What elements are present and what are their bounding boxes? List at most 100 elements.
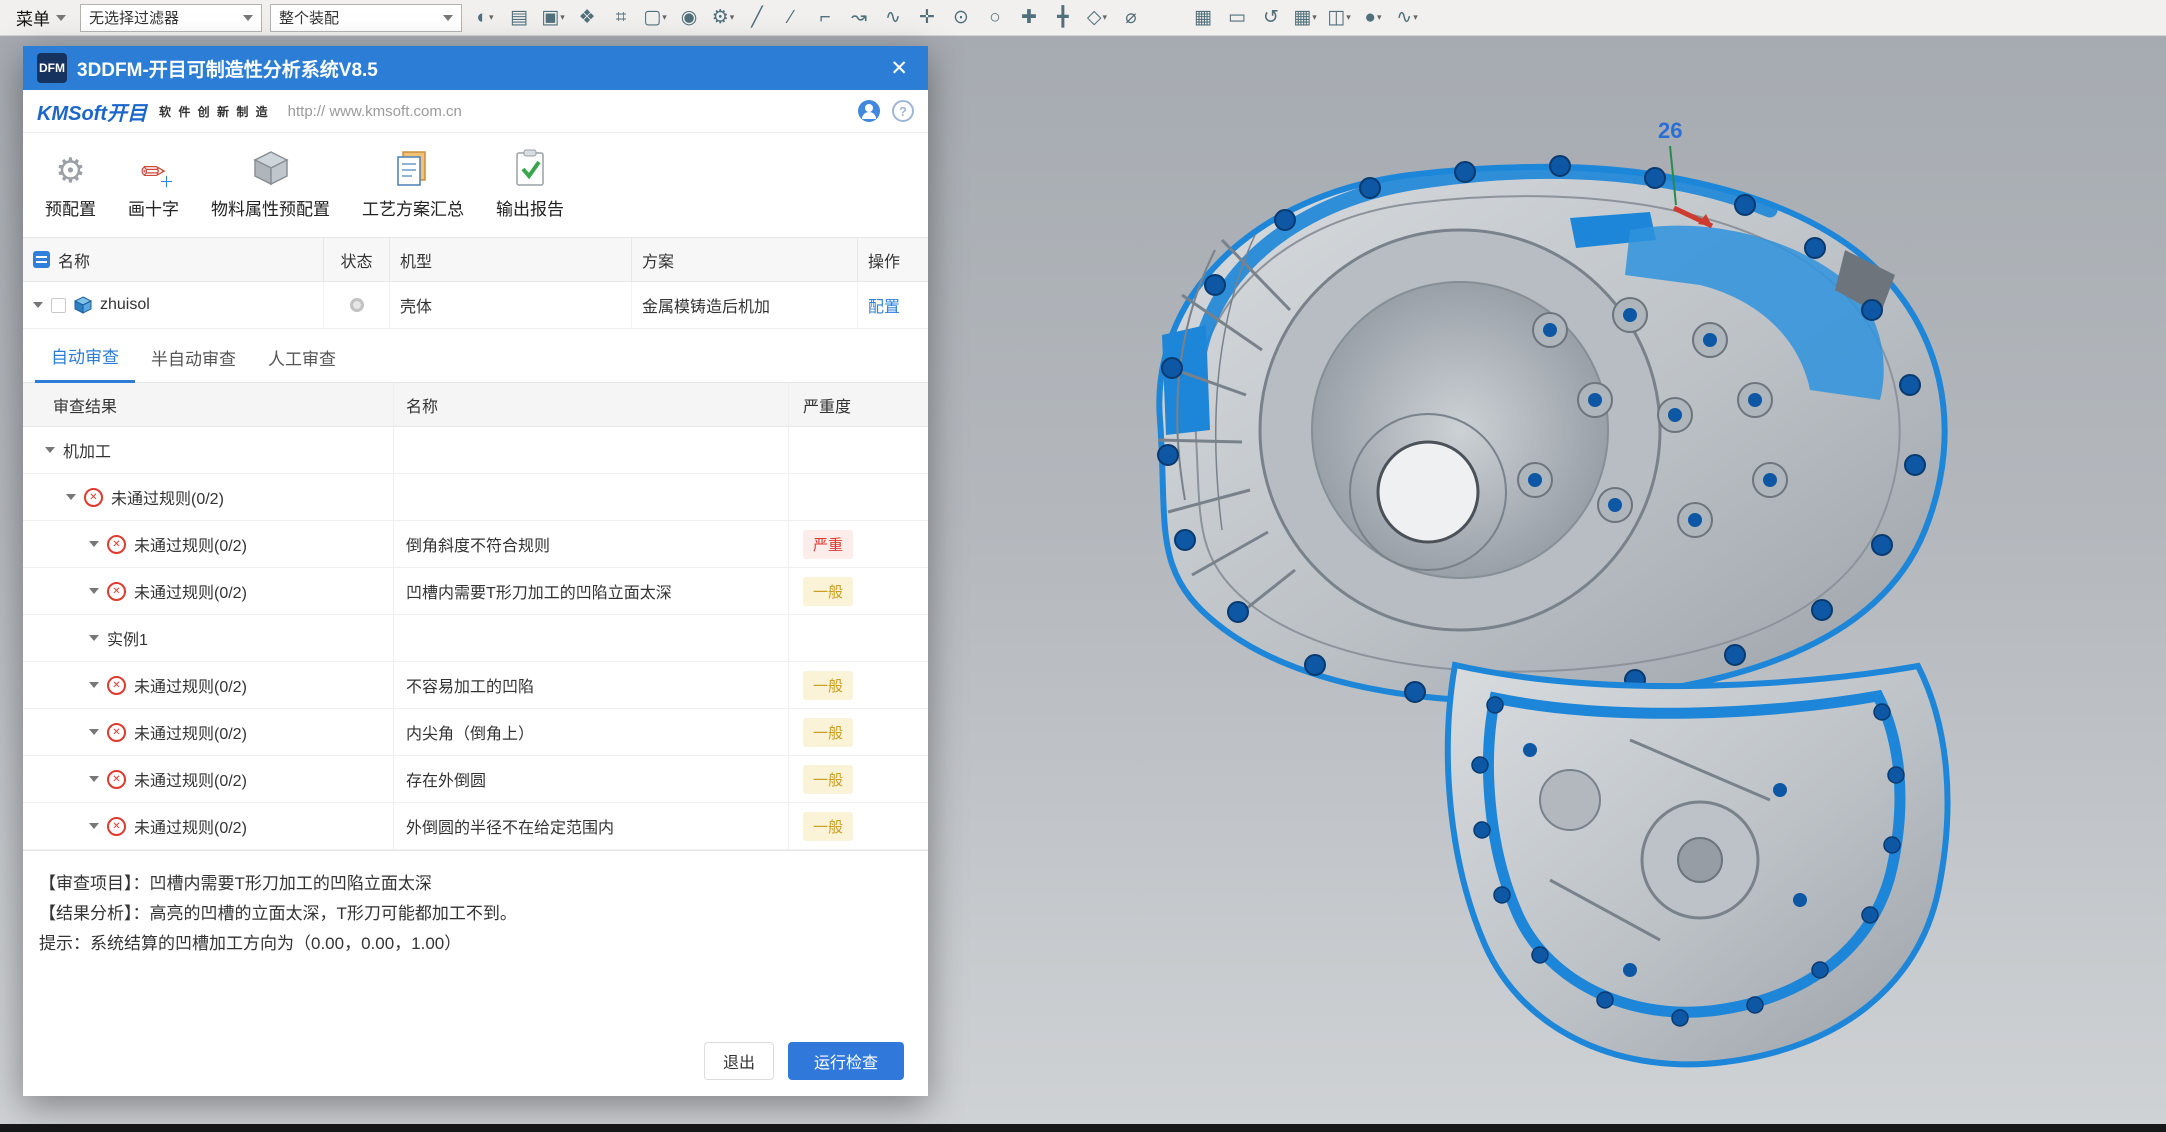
expander-icon[interactable]	[66, 494, 76, 500]
result-row[interactable]: 机加工	[23, 427, 928, 474]
point-icon[interactable]: ✚	[1014, 3, 1044, 33]
expander-icon[interactable]	[89, 682, 99, 688]
exit-button[interactable]: 退出	[704, 1042, 774, 1080]
kmsoft-logo: KMSoft开目	[37, 97, 147, 126]
detail-analysis: 【结果分析】：高亮的凹槽的立面太深，T形刀可能都加工不到。	[39, 899, 912, 929]
selection-filter-dropdown[interactable]: 无选择过滤器	[80, 4, 262, 32]
tab-manual-review[interactable]: 人工审查	[252, 345, 352, 382]
sphere-icon[interactable]: ●▾	[1358, 3, 1388, 33]
diameter-icon[interactable]: ⌀	[1116, 3, 1146, 33]
preset-config-button[interactable]: ⚙ 预配置	[29, 146, 112, 220]
tab-auto-review[interactable]: 自动审查	[35, 343, 135, 383]
run-check-button[interactable]: 运行检查	[788, 1042, 904, 1080]
row-checkbox[interactable]	[51, 298, 66, 313]
target-icon[interactable]: ◉	[674, 3, 704, 33]
layers-icon[interactable]: ▤	[504, 3, 534, 33]
severity-badge: 严重	[803, 530, 853, 559]
circle-icon[interactable]: ○	[980, 3, 1010, 33]
col-rule-name: 名称	[406, 393, 438, 417]
draw-cross-button[interactable]: ✏＋ 画十字	[112, 146, 195, 220]
result-row[interactable]: 未通过规则(0/2) 内尖角（倒角上） 一般	[23, 709, 928, 756]
documents-icon	[393, 146, 433, 188]
col-action: 操作	[868, 248, 900, 272]
revolve-icon[interactable]: ↺	[1256, 3, 1286, 33]
result-row[interactable]: 未通过规则(0/2) 不容易加工的凹陷 一般	[23, 662, 928, 709]
cylinder-icon[interactable]: ◫▾	[1324, 3, 1354, 33]
selection-box-icon[interactable]: ▢▾	[640, 3, 670, 33]
selection-filter-value: 无选择过滤器	[89, 7, 179, 28]
col-machine-type: 机型	[400, 248, 432, 272]
assembly-scope-dropdown[interactable]: 整个装配	[270, 4, 462, 32]
part-name: zhuisol	[100, 296, 150, 314]
model-row[interactable]: zhuisol 壳体 金属模铸造后机加 配置	[23, 282, 928, 329]
user-icon[interactable]	[858, 100, 880, 122]
expander-icon[interactable]	[89, 823, 99, 829]
help-icon[interactable]: ?	[892, 100, 914, 122]
result-row[interactable]: 未通过规则(0/2) 存在外倒圆 一般	[23, 756, 928, 803]
expander-icon[interactable]	[89, 635, 99, 641]
material-preset-button[interactable]: 物料属性预配置	[195, 146, 346, 220]
line-icon[interactable]: ╱	[742, 3, 772, 33]
settings-gear-icon[interactable]: ⚙▾	[708, 3, 738, 33]
fail-icon	[107, 723, 126, 742]
image-plane-icon[interactable]: ▣▾	[538, 3, 568, 33]
expander-icon[interactable]	[89, 776, 99, 782]
severity-badge: 一般	[803, 671, 853, 700]
spline-icon[interactable]: ∿	[878, 3, 908, 33]
machine-type-value: 壳体	[400, 293, 432, 317]
result-row[interactable]: 未通过规则(0/2)	[23, 474, 928, 521]
expander-icon[interactable]	[45, 447, 55, 453]
dfm-dialog: DFM 3DDFM-开目可制造性分析系统V8.5 ✕ KMSoft开目 软 件 …	[23, 46, 928, 1096]
result-row[interactable]: 未通过规则(0/2) 凹槽内需要T形刀加工的凹陷立面太深 一般	[23, 568, 928, 615]
assembly-scope-value: 整个装配	[279, 7, 339, 28]
result-row[interactable]: 未通过规则(0/2) 倒角斜度不符合规则 严重	[23, 521, 928, 568]
process-summary-button[interactable]: 工艺方案汇总	[346, 146, 480, 220]
fail-icon	[107, 535, 126, 554]
severity-badge: 一般	[803, 812, 853, 841]
expander-icon[interactable]	[89, 729, 99, 735]
pattern-icon[interactable]: ❖	[572, 3, 602, 33]
expander-icon[interactable]	[89, 541, 99, 547]
brand-tagline: 软 件 创 新 制 造	[159, 103, 270, 120]
tab-semi-auto-review[interactable]: 半自动审查	[135, 345, 252, 382]
result-row[interactable]: 实例1	[23, 615, 928, 662]
fail-icon	[107, 582, 126, 601]
model-table-header: 名称 状态 机型 方案 操作	[23, 238, 928, 282]
dialog-titlebar[interactable]: DFM 3DDFM-开目可制造性分析系统V8.5 ✕	[23, 46, 928, 90]
output-report-button[interactable]: 输出报告	[480, 146, 580, 220]
severity-badge: 一般	[803, 718, 853, 747]
select-all-checkbox[interactable]	[33, 251, 50, 268]
circle-center-icon[interactable]: ⊙	[946, 3, 976, 33]
window-bottom-edge	[0, 1124, 2166, 1132]
configure-link[interactable]: 配置	[868, 293, 900, 317]
result-row[interactable]: 未通过规则(0/2) 外倒圆的半径不在给定范围内 一般	[23, 803, 928, 850]
detail-hint: 提示：系统结算的凹槽加工方向为（0.00，0.00，1.00）	[39, 929, 912, 959]
menu-button[interactable]: 菜单	[10, 3, 72, 32]
center-cross-icon[interactable]: ✛	[912, 3, 942, 33]
diamond-tool-icon[interactable]: ◇▾	[1082, 3, 1112, 33]
close-icon[interactable]: ✕	[884, 56, 914, 81]
line-segment-icon[interactable]: ∕	[776, 3, 806, 33]
shading-mode-icon[interactable]: ◐▾	[470, 3, 500, 33]
matrix-icon[interactable]: ▦▾	[1290, 3, 1320, 33]
expander-icon[interactable]	[89, 588, 99, 594]
report-check-icon	[510, 146, 550, 188]
col-severity: 严重度	[803, 393, 851, 417]
table-icon[interactable]: ▦	[1188, 3, 1218, 33]
toolbar-icon-group-1: ◐▾▤▣▾❖⌗▢▾◉⚙▾╱∕⌐↝∿✛⊙○✚╋◇▾⌀	[470, 3, 1146, 33]
spline-tool-icon[interactable]: ∿▾	[1392, 3, 1422, 33]
expander-icon[interactable]	[33, 302, 43, 308]
chevron-down-icon	[243, 15, 253, 21]
chevron-down-icon	[56, 15, 66, 21]
curve-icon[interactable]: ↝	[844, 3, 874, 33]
severity-badge: 一般	[803, 577, 853, 606]
col-plan: 方案	[642, 248, 674, 272]
frame-icon[interactable]: ▭	[1222, 3, 1252, 33]
dialog-footer: 退出 运行检查	[23, 1036, 928, 1096]
polyline-icon[interactable]: ⌐	[810, 3, 840, 33]
result-table-header: 审查结果 名称 严重度	[23, 383, 928, 427]
gearbox-housing-model[interactable]: 26	[1010, 100, 2040, 1120]
grid-snap-icon[interactable]: ⌗	[606, 3, 636, 33]
datum-cross-icon[interactable]: ╋	[1048, 3, 1078, 33]
menu-label: 菜单	[16, 5, 50, 30]
